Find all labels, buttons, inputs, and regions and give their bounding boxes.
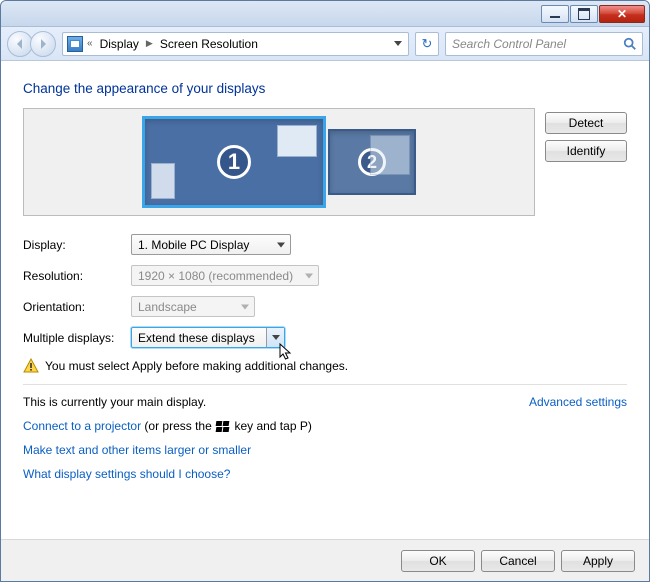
main-display-text: This is currently your main display. bbox=[23, 395, 206, 409]
multiple-displays-select[interactable]: Extend these displays bbox=[131, 327, 285, 348]
refresh-button[interactable]: ↻ bbox=[415, 32, 439, 56]
apply-button[interactable]: Apply bbox=[561, 550, 635, 572]
chevron-down-icon bbox=[394, 41, 402, 46]
dropdown-icon bbox=[241, 304, 249, 309]
resolution-select-value: 1920 × 1080 (recommended) bbox=[138, 269, 293, 283]
titlebar: ✕ bbox=[1, 1, 649, 27]
chevron-right-icon: ▶ bbox=[146, 38, 153, 49]
dropdown-icon bbox=[272, 335, 280, 340]
forward-button[interactable] bbox=[30, 31, 56, 57]
mon2-window-icon bbox=[370, 135, 410, 175]
identify-button[interactable]: Identify bbox=[545, 140, 627, 162]
minimize-button[interactable] bbox=[541, 5, 569, 23]
which-settings-link[interactable]: What display settings should I choose? bbox=[23, 467, 230, 481]
orientation-row: Orientation: Landscape bbox=[23, 296, 627, 317]
display-icon bbox=[67, 36, 83, 52]
breadcrumb-screen-resolution[interactable]: Screen Resolution bbox=[157, 37, 261, 51]
chevrons-icon: « bbox=[87, 38, 93, 49]
resolution-select: 1920 × 1080 (recommended) bbox=[131, 265, 319, 286]
monitor-1[interactable]: 1 bbox=[142, 116, 326, 208]
advanced-settings-link[interactable]: Advanced settings bbox=[529, 395, 627, 409]
main-display-row: This is currently your main display. Adv… bbox=[23, 395, 627, 409]
breadcrumb[interactable]: « Display ▶ Screen Resolution bbox=[62, 32, 409, 56]
search-icon bbox=[623, 37, 637, 51]
page-title: Change the appearance of your displays bbox=[23, 81, 627, 96]
multiple-displays-row: Multiple displays: Extend these displays bbox=[23, 327, 627, 348]
dropdown-icon bbox=[277, 242, 285, 247]
multiple-displays-value: Extend these displays bbox=[138, 331, 255, 345]
footer: OK Cancel Apply bbox=[1, 539, 649, 581]
divider bbox=[23, 384, 627, 385]
side-buttons: Detect Identify bbox=[545, 108, 627, 162]
warning-icon bbox=[23, 358, 39, 374]
ok-button[interactable]: OK bbox=[401, 550, 475, 572]
close-button[interactable]: ✕ bbox=[599, 5, 645, 23]
larger-text-link[interactable]: Make text and other items larger or smal… bbox=[23, 443, 251, 457]
mon1-window-icon bbox=[277, 125, 317, 157]
display-select[interactable]: 1. Mobile PC Display bbox=[131, 234, 291, 255]
display-row: Display: 1. Mobile PC Display bbox=[23, 234, 627, 255]
nav-buttons bbox=[7, 31, 56, 57]
arrow-left-icon bbox=[14, 38, 26, 50]
address-bar: « Display ▶ Screen Resolution ↻ Search C… bbox=[1, 27, 649, 61]
arrow-right-icon bbox=[37, 38, 49, 50]
monitor-2[interactable]: 2 bbox=[328, 129, 416, 195]
display-select-value: 1. Mobile PC Display bbox=[138, 238, 249, 252]
which-settings-row: What display settings should I choose? bbox=[23, 467, 627, 481]
detect-button[interactable]: Detect bbox=[545, 112, 627, 134]
larger-text-row: Make text and other items larger or smal… bbox=[23, 443, 627, 457]
monitor-1-number: 1 bbox=[217, 145, 251, 179]
mon1-taskbar-icon bbox=[151, 163, 175, 199]
maximize-button[interactable] bbox=[570, 5, 598, 23]
projector-suffix-a: (or press the bbox=[141, 419, 215, 433]
projector-row: Connect to a projector (or press the key… bbox=[23, 419, 627, 433]
warning-text: You must select Apply before making addi… bbox=[45, 359, 348, 373]
dropdown-icon bbox=[305, 273, 313, 278]
refresh-icon: ↻ bbox=[422, 36, 433, 52]
orientation-select-value: Landscape bbox=[138, 300, 197, 314]
resolution-label: Resolution: bbox=[23, 269, 131, 283]
settings-form: Display: 1. Mobile PC Display Resolution… bbox=[23, 234, 627, 348]
search-placeholder: Search Control Panel bbox=[452, 37, 566, 51]
content-area: Change the appearance of your displays 1… bbox=[1, 61, 649, 581]
windows-key-icon bbox=[216, 421, 230, 433]
orientation-select: Landscape bbox=[131, 296, 255, 317]
orientation-label: Orientation: bbox=[23, 300, 131, 314]
connect-projector-link[interactable]: Connect to a projector bbox=[23, 419, 141, 433]
display-label: Display: bbox=[23, 238, 131, 252]
warning-row: You must select Apply before making addi… bbox=[23, 358, 627, 374]
display-preview[interactable]: 1 2 bbox=[23, 108, 535, 216]
cancel-button[interactable]: Cancel bbox=[481, 550, 555, 572]
resolution-row: Resolution: 1920 × 1080 (recommended) bbox=[23, 265, 627, 286]
window: ✕ « Display ▶ Screen Resolution ↻ Search… bbox=[0, 0, 650, 582]
breadcrumb-display[interactable]: Display bbox=[97, 37, 142, 51]
display-preview-row: 1 2 Detect Identify bbox=[23, 108, 627, 216]
search-input[interactable]: Search Control Panel bbox=[445, 32, 643, 56]
projector-suffix-b: key and tap P) bbox=[231, 419, 312, 433]
breadcrumb-dropdown[interactable] bbox=[394, 41, 404, 46]
cursor-icon bbox=[279, 343, 293, 361]
multiple-displays-label: Multiple displays: bbox=[23, 331, 131, 345]
